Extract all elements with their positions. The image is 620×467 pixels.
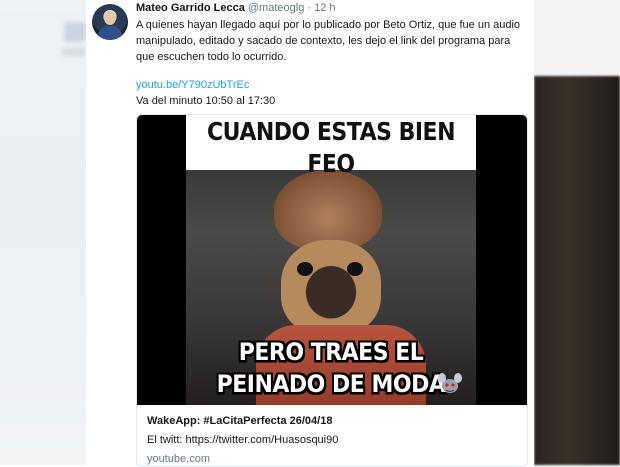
tweet-header: Mateo Garrido Lecca @mateoglg · 12 h <box>136 2 336 14</box>
link-preview-card[interactable]: CUANDO ESTAS BIEN FEO PERO TRAES EL PEIN… <box>136 114 528 467</box>
blurred-background-left <box>0 0 86 465</box>
mascot-icon <box>438 373 462 393</box>
meme-eye-left <box>297 262 313 276</box>
meme-top-text: CUANDO ESTAS BIEN FEO <box>207 117 456 179</box>
link-card-title[interactable]: WakeApp: #LaCitaPerfecta 26/04/18 <box>147 413 517 429</box>
media-image[interactable]: CUANDO ESTAS BIEN FEO PERO TRAES EL PEIN… <box>137 115 527 405</box>
tweet-text: A quienes hayan llegado aquí por lo publ… <box>136 19 521 63</box>
meme-eye-right <box>347 262 363 276</box>
blurred-background-right <box>534 0 620 465</box>
link-card-info: WakeApp: #LaCitaPerfecta 26/04/18 El twi… <box>147 413 517 466</box>
tweet-card: Mateo Garrido Lecca @mateoglg · 12 h A q… <box>86 0 534 467</box>
blurred-text <box>62 48 86 56</box>
avatar-face <box>104 11 116 25</box>
tweet-time[interactable]: 12 h <box>314 2 335 14</box>
blurred-avatar <box>64 22 86 42</box>
meme-bottom-text: PERO TRAES EL PEINADO DE MODA <box>216 339 446 399</box>
avatar[interactable] <box>92 4 128 40</box>
minute-note: Va del minuto 10:50 al 17:30 <box>136 95 276 107</box>
author-name[interactable]: Mateo Garrido Lecca <box>136 2 245 14</box>
meme-hair <box>274 170 382 250</box>
blurred-image <box>534 76 620 465</box>
avatar-shirt <box>98 26 122 40</box>
header-separator: · <box>307 2 312 14</box>
tweet-link[interactable]: youtu.be/Y790zUbTrEc <box>136 79 249 91</box>
link-card-description: El twitt: https://twitter.com/Huasosqui9… <box>147 434 339 446</box>
author-handle[interactable]: @mateoglg <box>248 2 304 14</box>
meme-image: CUANDO ESTAS BIEN FEO PERO TRAES EL PEIN… <box>186 115 476 405</box>
meme-dog-face <box>281 240 381 335</box>
